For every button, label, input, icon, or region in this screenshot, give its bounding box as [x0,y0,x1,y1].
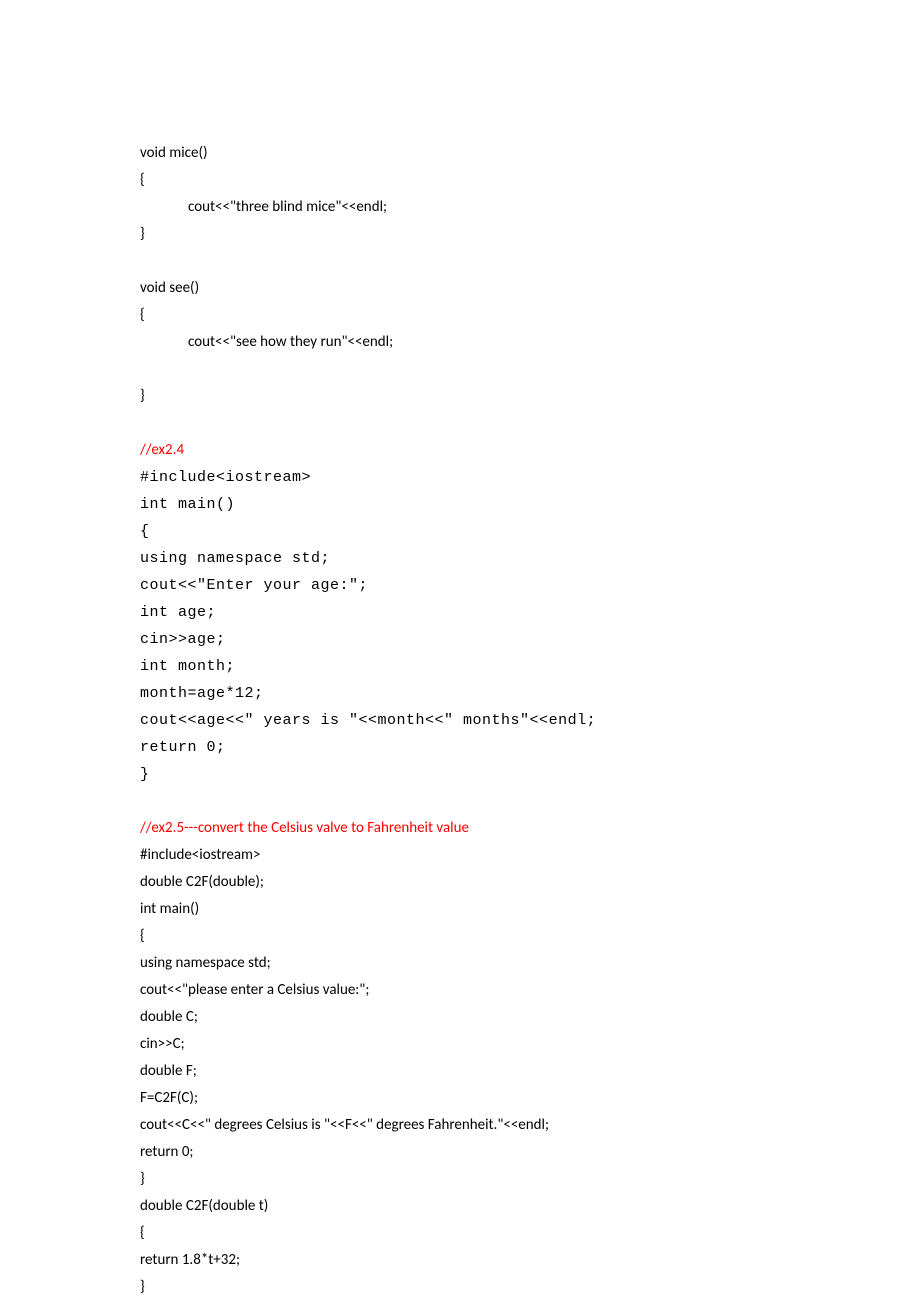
code-line: cin>>age; [140,626,780,653]
code-line: { [140,518,780,545]
code-line: #include<iostream> [140,842,780,869]
code-line: { [140,302,780,329]
code-line: { [140,1220,780,1247]
code-line: cout<<"three blind mice"<<endl; [140,194,780,221]
code-line: return 0; [140,1139,780,1166]
code-line: cout<<"see how they run"<<endl; [140,329,780,356]
blank-line [140,356,780,383]
code-line: } [140,1166,780,1193]
code-line: cin>>C; [140,1031,780,1058]
code-line: double C; [140,1004,780,1031]
code-line: { [140,923,780,950]
comment-line: //ex2.4 [140,437,780,464]
code-line: return 0; [140,734,780,761]
code-line: double C2F(double); [140,869,780,896]
code-line: using namespace std; [140,545,780,572]
blank-line [140,410,780,437]
code-line: cout<<"please enter a Celsius value:"; [140,977,780,1004]
blank-line [140,788,780,815]
code-line: int main() [140,491,780,518]
code-line: cout<<"Enter your age:"; [140,572,780,599]
blank-line [140,248,780,275]
code-line: cout<<age<<" years is "<<month<<" months… [140,707,780,734]
code-line: } [140,761,780,788]
code-line: void mice() [140,140,780,167]
code-line: } [140,221,780,248]
code-line: double C2F(double t) [140,1193,780,1220]
code-line: { [140,167,780,194]
code-line: } [140,383,780,410]
code-line: month=age*12; [140,680,780,707]
code-line: using namespace std; [140,950,780,977]
code-line: int month; [140,653,780,680]
code-line: void see() [140,275,780,302]
code-line: int age; [140,599,780,626]
code-line: return 1.8*t+32; [140,1247,780,1274]
code-line: double F; [140,1058,780,1085]
code-line: int main() [140,896,780,923]
code-line: F=C2F(C); [140,1085,780,1112]
comment-line: //ex2.5---convert the Celsius valve to F… [140,815,780,842]
code-line: #include<iostream> [140,464,780,491]
code-line: } [140,1274,780,1301]
code-line: cout<<C<<" degrees Celsius is "<<F<<" de… [140,1112,780,1139]
